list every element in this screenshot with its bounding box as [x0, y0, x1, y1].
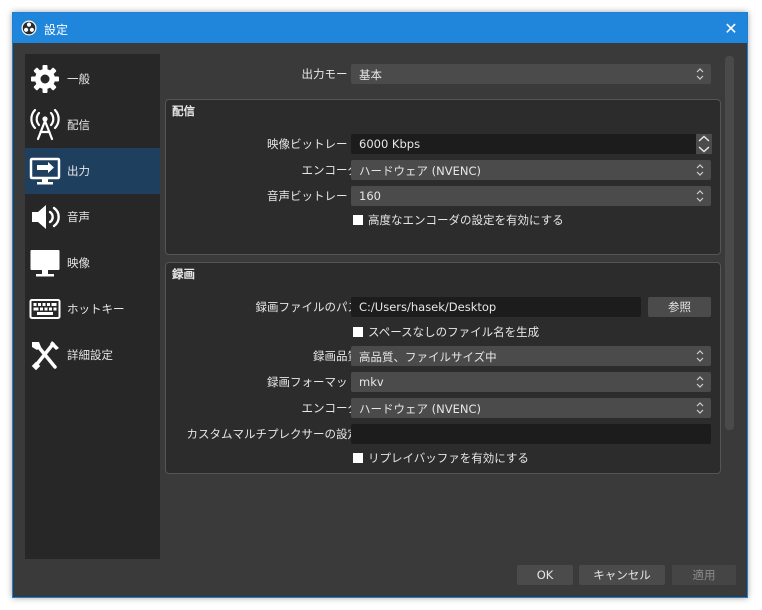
monitor-output-icon [29, 157, 61, 185]
monitor-icon [30, 250, 60, 277]
sidebar-item-advanced[interactable]: 詳細設定 [25, 332, 160, 378]
sidebar-item-label: 配信 [67, 118, 90, 132]
close-icon: ✕ [724, 18, 738, 38]
sidebar-item-output[interactable]: 出力 [25, 148, 160, 194]
sidebar-item-label: ホットキー [67, 302, 125, 316]
checkbox-box [353, 453, 363, 463]
recording-path-input[interactable]: C:/Users/hasek/Desktop [351, 297, 641, 317]
replay-buffer-label: リプレイバッファを有効にする [368, 451, 529, 465]
no-space-filename-checkbox[interactable]: スペースなしのファイル名を生成 [353, 324, 539, 340]
checkbox-box [353, 327, 363, 337]
recording-format-label: 録画フォーマット [267, 375, 359, 389]
updown-arrows-icon [696, 376, 704, 388]
checkbox-box [353, 215, 363, 225]
video-bitrate-value: 6000 Kbps [359, 137, 421, 151]
video-bitrate-input[interactable]: 6000 Kbps [351, 134, 697, 154]
custom-muxer-label: カスタムマルチプレクサーの設定 [186, 427, 360, 441]
sidebar-item-label: 詳細設定 [67, 348, 113, 362]
keyboard-icon [29, 299, 61, 319]
recording-format-value: mkv [359, 375, 384, 389]
audio-bitrate-select[interactable]: 160 [351, 186, 711, 206]
vertical-scrollbar[interactable] [725, 56, 734, 430]
apply-button[interactable]: 適用 [672, 565, 736, 585]
recording-encoder-value: ハードウェア (NVENC) [359, 402, 481, 416]
recording-group-title: 録画 [172, 267, 195, 281]
video-bitrate-label: 映像ビットレート [267, 137, 359, 151]
custom-muxer-input[interactable] [351, 424, 711, 444]
streaming-group-title: 配信 [172, 104, 195, 118]
updown-arrows-icon [696, 190, 704, 202]
advanced-encoder-label: 高度なエンコーダの設定を有効にする [368, 213, 564, 227]
recording-path-label: 録画ファイルのパス [255, 300, 360, 314]
updown-arrows-icon [696, 402, 704, 414]
obs-logo-icon [21, 20, 37, 36]
output-settings-panel: 出力モード 基本 配信 映像ビットレート 6000 Kbps エンコーダ ハード… [165, 54, 735, 559]
wrench-screwdriver-icon [31, 341, 59, 371]
recording-quality-select[interactable]: 高品質、ファイルサイズ中 [351, 346, 711, 366]
no-space-filename-label: スペースなしのファイル名を生成 [368, 325, 540, 339]
title-bar: 設定 ✕ [13, 13, 747, 43]
sidebar-item-stream[interactable]: 配信 [25, 102, 160, 148]
updown-arrows-icon [696, 350, 704, 362]
audio-bitrate-label: 音声ビットレート [267, 189, 359, 203]
broadcast-antenna-icon [30, 109, 60, 141]
cancel-button[interactable]: キャンセル [579, 565, 665, 585]
updown-arrows-icon [696, 68, 704, 80]
settings-window: 設定 ✕ 一般 配信 出力 音声 映像 ホットキー 詳細設定 出力モード 基本 … [12, 12, 748, 598]
recording-encoder-select[interactable]: ハードウェア (NVENC) [351, 398, 711, 418]
sidebar-item-audio[interactable]: 音声 [25, 194, 160, 240]
sidebar-item-label: 出力 [67, 164, 90, 178]
ok-button[interactable]: OK [517, 565, 573, 585]
speaker-icon [32, 205, 60, 229]
sidebar-item-label: 一般 [67, 72, 90, 86]
sidebar-item-general[interactable]: 一般 [25, 56, 160, 102]
close-button[interactable]: ✕ [715, 13, 747, 43]
sidebar-item-hotkeys[interactable]: ホットキー [25, 286, 160, 332]
sidebar-item-label: 音声 [67, 210, 90, 224]
advanced-encoder-checkbox[interactable]: 高度なエンコーダの設定を有効にする [353, 212, 564, 228]
stream-encoder-value: ハードウェア (NVENC) [359, 164, 481, 178]
sidebar-item-video[interactable]: 映像 [25, 240, 160, 286]
updown-arrows-icon [698, 135, 710, 153]
stream-encoder-select[interactable]: ハードウェア (NVENC) [351, 160, 711, 180]
browse-button[interactable]: 参照 [648, 297, 711, 317]
output-mode-select[interactable]: 基本 [351, 64, 711, 84]
window-title: 設定 [44, 23, 69, 37]
recording-quality-value: 高品質、ファイルサイズ中 [359, 350, 497, 364]
sidebar-item-label: 映像 [67, 256, 90, 270]
replay-buffer-checkbox[interactable]: リプレイバッファを有効にする [353, 450, 529, 466]
output-mode-value: 基本 [359, 68, 382, 82]
video-bitrate-stepper[interactable] [696, 134, 712, 154]
updown-arrows-icon [696, 164, 704, 176]
settings-sidebar: 一般 配信 出力 音声 映像 ホットキー 詳細設定 [25, 54, 160, 559]
recording-format-select[interactable]: mkv [351, 372, 711, 392]
gear-icon [31, 65, 59, 93]
audio-bitrate-value: 160 [359, 189, 381, 203]
recording-path-value: C:/Users/hasek/Desktop [359, 300, 497, 314]
